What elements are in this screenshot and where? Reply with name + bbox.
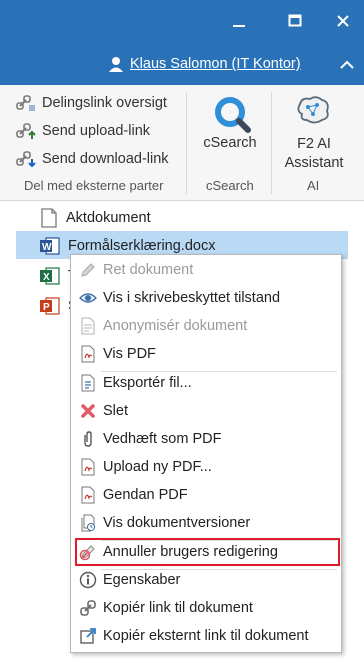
- send-upload-link-label: Send upload-link: [42, 123, 151, 139]
- share-links-icon: [16, 95, 35, 111]
- csearch-group-label: cSearch: [206, 178, 254, 193]
- ai-label-line1: F2 AI: [297, 136, 331, 152]
- share-links-overview-button[interactable]: Delingslink oversigt: [16, 94, 167, 112]
- menu-item-label: Anonymisér dokument: [103, 318, 248, 334]
- minimize-button[interactable]: [226, 8, 252, 34]
- pdf-icon: [81, 345, 95, 363]
- paperclip-icon: [84, 431, 92, 447]
- csearch-button-label[interactable]: cSearch: [198, 135, 262, 151]
- menu-item-view-document-versions[interactable]: Vis dokumentversioner: [79, 514, 250, 532]
- menu-item-label: Vis PDF: [103, 346, 156, 362]
- delete-x-icon: [81, 404, 95, 418]
- menu-item-label: Vis dokumentversioner: [103, 515, 251, 531]
- ribbon-separator: [271, 92, 272, 194]
- excel-document-icon: X: [40, 267, 60, 285]
- ai-group-label: AI: [307, 178, 320, 193]
- menu-item-view-readonly[interactable]: Vis i skrivebeskyttet tilstand: [79, 289, 280, 307]
- powerpoint-document-icon: P: [40, 297, 60, 315]
- document-icon: [41, 208, 57, 228]
- user-name[interactable]: Klaus Salomon (IT Kontor): [130, 56, 301, 72]
- ai-label-line2: Assistant: [284, 155, 344, 171]
- tree-item-label: Formålserklæring.docx: [68, 238, 216, 254]
- eye-icon: [79, 293, 97, 303]
- menu-item-label: Gendan PDF: [103, 487, 188, 503]
- menu-item-label: Vis i skrivebeskyttet tilstand: [103, 290, 281, 306]
- menu-item-attach-as-pdf[interactable]: Vedhæft som PDF: [79, 430, 221, 448]
- svg-text:P: P: [43, 302, 50, 313]
- menu-item-label: Vedhæft som PDF: [103, 431, 222, 447]
- external-link-icon: [80, 628, 96, 644]
- menu-item-copy-external-link[interactable]: Kopiér eksternt link til dokument: [79, 627, 309, 645]
- menu-item-copy-link[interactable]: Kopiér link til dokument: [79, 599, 253, 617]
- menu-item-restore-pdf[interactable]: Gendan PDF: [79, 486, 188, 504]
- collapse-ribbon-icon[interactable]: [338, 56, 356, 74]
- menu-separator: [101, 371, 337, 372]
- maximize-button[interactable]: [282, 8, 308, 34]
- menu-item-edit-document[interactable]: Ret dokument: [79, 261, 193, 279]
- share-links-overview-label: Delingslink oversigt: [42, 95, 167, 111]
- export-file-icon: [81, 374, 95, 392]
- menu-item-export-file[interactable]: Eksportér fil...: [79, 374, 192, 392]
- title-bar: Klaus Salomon (IT Kontor): [0, 0, 364, 85]
- ai-brain-icon[interactable]: [294, 94, 332, 128]
- menu-separator: [101, 569, 337, 570]
- menu-item-label: Slet: [103, 403, 128, 419]
- send-download-link-button[interactable]: Send download-link: [16, 150, 169, 168]
- send-upload-link-button[interactable]: Send upload-link: [16, 122, 150, 140]
- svg-text:W: W: [42, 242, 52, 253]
- menu-item-label: Eksportér fil...: [103, 375, 192, 391]
- pdf-upload-icon: [81, 458, 95, 476]
- menu-item-label: Upload ny PDF...: [103, 459, 212, 475]
- menu-item-upload-new-pdf[interactable]: Upload ny PDF...: [79, 458, 212, 476]
- document-versions-icon: [81, 514, 95, 532]
- menu-item-label: Egenskaber: [103, 572, 181, 588]
- upload-link-icon: [16, 123, 36, 139]
- tree-item-formaalserklaering[interactable]: W Formålserklæring.docx: [40, 236, 215, 256]
- send-download-link-label: Send download-link: [42, 151, 169, 167]
- pdf-restore-icon: [81, 486, 95, 504]
- link-icon: [80, 600, 96, 616]
- menu-item-properties[interactable]: Egenskaber: [79, 571, 180, 589]
- user-icon: [109, 57, 123, 72]
- menu-item-anonymize-document[interactable]: Anonymisér dokument: [79, 317, 247, 335]
- tree-item-label: Aktdokument: [66, 210, 151, 226]
- info-icon: [79, 571, 97, 589]
- close-button[interactable]: [330, 8, 356, 34]
- ribbon-separator: [186, 92, 187, 194]
- menu-item-view-pdf[interactable]: Vis PDF: [79, 345, 156, 363]
- f2-ai-assistant-button-label[interactable]: F2 AI Assistant: [276, 135, 352, 173]
- highlight-box: [75, 538, 340, 566]
- csearch-icon[interactable]: [210, 92, 254, 136]
- pencil-icon: [81, 263, 95, 277]
- user-link[interactable]: Klaus Salomon (IT Kontor): [108, 56, 301, 72]
- menu-item-label: Ret dokument: [103, 262, 194, 278]
- word-document-icon: W: [40, 237, 60, 255]
- svg-text:X: X: [43, 272, 50, 283]
- menu-item-label: Kopiér eksternt link til dokument: [103, 628, 309, 644]
- tree-item-aktdokument[interactable]: Aktdokument: [40, 208, 151, 228]
- context-menu: Ret dokument Vis i skrivebeskyttet tilst…: [70, 254, 342, 653]
- menu-item-label: Kopiér link til dokument: [103, 600, 253, 616]
- download-link-icon: [16, 151, 36, 168]
- share-group-label: Del med eksterne parter: [24, 178, 164, 193]
- document-anonymize-icon: [81, 317, 95, 335]
- menu-item-delete[interactable]: Slet: [79, 402, 128, 420]
